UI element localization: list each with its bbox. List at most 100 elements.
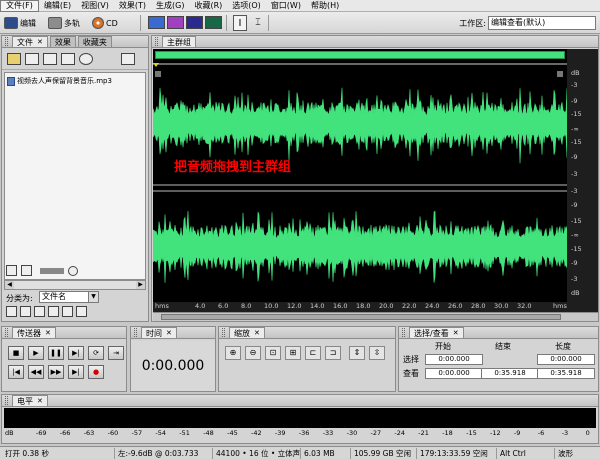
scroll-left-icon[interactable]: ◀: [5, 281, 14, 289]
loop-icon[interactable]: [21, 265, 32, 276]
filter-video-icon[interactable]: [34, 306, 45, 317]
waveform-display[interactable]: hms 4.0 6.0 8.0 10.0 12.0 14.0 16.0 18.0 20.0 22.0…: [153, 49, 598, 321]
filter-session-icon[interactable]: [62, 306, 73, 317]
panel-grip-icon[interactable]: [155, 37, 158, 46]
close-icon[interactable]: ✕: [37, 396, 43, 407]
marquee-tool-icon[interactable]: ⌶: [252, 15, 264, 31]
tab-favorites[interactable]: 收藏夹: [77, 36, 112, 47]
filter-cd-icon[interactable]: [76, 306, 87, 317]
files-horizontal-scrollbar[interactable]: ◀ ▶: [4, 280, 146, 290]
db-tick-label: -3: [571, 170, 578, 178]
fast-forward-button[interactable]: ▶▶: [48, 365, 64, 379]
close-file-icon[interactable]: [43, 52, 57, 65]
multitrack-view-button[interactable]: 多轨: [48, 15, 80, 31]
tab-level[interactable]: 电平 ✕: [12, 395, 48, 406]
rewind-button[interactable]: ◀◀: [28, 365, 44, 379]
close-icon[interactable]: ✕: [254, 328, 260, 339]
menu-options[interactable]: 选项(O): [227, 0, 266, 12]
zoom-out-vertical-icon[interactable]: ⇳: [369, 346, 385, 360]
waveform-view-icon[interactable]: [148, 16, 165, 29]
menu-favorites[interactable]: 收藏(R): [189, 0, 227, 12]
go-to-start-button[interactable]: |◀: [8, 365, 24, 379]
chevron-down-icon[interactable]: ▼: [88, 292, 98, 302]
zoom-out-horizontal-icon[interactable]: ⊖: [245, 346, 261, 360]
view-length-field[interactable]: 0:35.918: [537, 368, 595, 379]
zoom-right-edge-icon[interactable]: ⊐: [325, 346, 341, 360]
zoom-in-horizontal-icon[interactable]: ⊕: [225, 346, 241, 360]
auto-play-icon[interactable]: [6, 265, 17, 276]
workspace-select[interactable]: 编辑查看(默认): [488, 16, 596, 30]
play-to-end-button[interactable]: ▶|: [68, 346, 84, 360]
loop-play-button[interactable]: ⟳: [88, 346, 104, 360]
filter-loop-icon[interactable]: [20, 306, 31, 317]
close-icon[interactable]: ✕: [166, 328, 172, 339]
close-icon[interactable]: ✕: [45, 328, 51, 339]
play-preview-icon[interactable]: [79, 52, 93, 65]
scroll-right-icon[interactable]: ▶: [136, 281, 145, 289]
main-horizontal-scrollbar[interactable]: [153, 312, 598, 321]
menu-edit[interactable]: 编辑(E): [39, 0, 76, 12]
import-icon[interactable]: [25, 52, 39, 65]
menu-help[interactable]: 帮助(H): [306, 0, 344, 12]
meter-tick-label: -39: [274, 429, 286, 437]
waveform-svg[interactable]: [153, 63, 567, 302]
menu-generate[interactable]: 生成(G): [151, 0, 189, 12]
view-end-field[interactable]: 0:35.918: [481, 368, 539, 379]
playhead-marker-icon[interactable]: [153, 63, 159, 67]
pan-view-icon[interactable]: [186, 16, 203, 29]
tab-time[interactable]: 时间 ✕: [141, 327, 177, 338]
time-selection-tool-icon[interactable]: I: [233, 15, 247, 31]
selection-length-field[interactable]: 0:00.000: [537, 354, 595, 365]
options-icon[interactable]: [121, 52, 135, 65]
menu-window[interactable]: 窗口(W): [266, 0, 306, 12]
overview-ruler[interactable]: [155, 51, 565, 59]
edit-view-button[interactable]: 编辑: [4, 15, 36, 31]
tab-zoom[interactable]: 缩放 ✕: [229, 327, 265, 338]
scrollbar-thumb[interactable]: [161, 314, 561, 320]
close-icon[interactable]: ✕: [453, 328, 459, 339]
volume-knob-icon[interactable]: [68, 265, 78, 276]
time-tick-label: 32.0: [517, 302, 532, 310]
filter-midi-icon[interactable]: [48, 306, 59, 317]
play-button[interactable]: ▶: [28, 346, 44, 360]
stop-button[interactable]: ■: [8, 346, 24, 360]
panel-grip-icon[interactable]: [402, 328, 405, 337]
panel-grip-icon[interactable]: [5, 328, 8, 337]
zoom-out-full-icon[interactable]: ⊡: [265, 346, 281, 360]
record-button[interactable]: ●: [88, 365, 104, 379]
selection-start-field[interactable]: 0:00.000: [425, 354, 483, 365]
tab-files[interactable]: 文件 ✕: [12, 36, 48, 47]
time-tick-label: 6.0: [218, 302, 229, 310]
volume-slider[interactable]: [40, 267, 64, 274]
time-tick-label: 24.0: [425, 302, 440, 310]
view-start-field[interactable]: 0:00.000: [425, 368, 483, 379]
filter-audio-icon[interactable]: [6, 306, 17, 317]
insert-icon[interactable]: [61, 52, 75, 65]
menu-view[interactable]: 视图(V): [76, 0, 114, 12]
zoom-to-selection-icon[interactable]: ⊞: [285, 346, 301, 360]
menu-file[interactable]: 文件(F): [0, 0, 39, 12]
panel-grip-icon[interactable]: [134, 328, 137, 337]
list-item[interactable]: 视频去人声保留背景音乐.mp3: [7, 76, 112, 86]
panel-grip-icon[interactable]: [5, 396, 8, 405]
spectral-view-icon[interactable]: [167, 16, 184, 29]
tab-main-group[interactable]: 主群组: [162, 36, 196, 47]
open-file-icon[interactable]: [7, 52, 21, 65]
zoom-left-edge-icon[interactable]: ⊏: [305, 346, 321, 360]
zoom-in-vertical-icon[interactable]: ⇕: [349, 346, 365, 360]
pause-button[interactable]: ❚❚: [48, 346, 64, 360]
skip-silence-button[interactable]: ⇥: [108, 346, 124, 360]
db-tick-label: -9: [571, 97, 578, 105]
go-to-end-button[interactable]: ▶|: [68, 365, 84, 379]
tab-effects[interactable]: 效果: [49, 36, 76, 47]
tab-selection-view[interactable]: 选择/查看 ✕: [409, 327, 464, 338]
cd-view-button[interactable]: CD: [92, 15, 118, 31]
menu-effects[interactable]: 效果(T): [114, 0, 151, 12]
tab-transport[interactable]: 传送器 ✕: [12, 327, 56, 338]
panel-grip-icon[interactable]: [222, 328, 225, 337]
panel-grip-icon[interactable]: [5, 37, 8, 46]
sort-by-select[interactable]: 文件名 ▼: [39, 291, 99, 303]
phase-view-icon[interactable]: [205, 16, 222, 29]
close-icon[interactable]: ✕: [37, 37, 43, 48]
time-tick-label: 4.0: [195, 302, 206, 310]
